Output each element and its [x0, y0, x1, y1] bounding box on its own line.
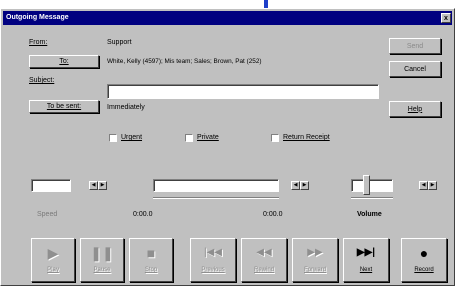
- to-be-sent-value: Immediately: [107, 104, 145, 111]
- from-label: From:: [29, 39, 48, 46]
- volume-down-arrow-icon[interactable]: ◀: [419, 181, 428, 190]
- to-be-sent-button-label: To be sent:: [46, 103, 82, 110]
- stop-icon: ■: [146, 245, 156, 261]
- urgent-checkbox[interactable]: [109, 134, 117, 142]
- play-icon: ▶: [47, 245, 59, 261]
- volume-label: Volume: [357, 211, 382, 218]
- position-back-arrow-icon[interactable]: ◀: [291, 181, 300, 190]
- cancel-button[interactable]: Cancel: [389, 61, 441, 77]
- stop-button[interactable]: ■ Stop: [129, 238, 173, 282]
- subject-field[interactable]: [107, 84, 379, 99]
- time-end: 0:00.0: [263, 211, 283, 218]
- close-icon[interactable]: x: [441, 13, 451, 23]
- volume-slider-thumb[interactable]: [363, 175, 371, 195]
- pause-button[interactable]: ❚❚ Pause: [80, 238, 124, 282]
- forward-button-label: Forward: [303, 267, 326, 273]
- cancel-button-label: Cancel: [404, 65, 426, 73]
- to-recipients: White, Kelly (4597); Mis team; Sales; Br…: [107, 58, 262, 65]
- speed-down-arrow-icon[interactable]: ◀: [89, 181, 98, 190]
- help-button[interactable]: Help: [389, 101, 441, 117]
- pause-icon: ❚❚: [90, 245, 114, 261]
- position-forward-arrow-icon[interactable]: ▶: [300, 181, 309, 190]
- rewind-icon: ◀◀: [256, 247, 272, 258]
- position-track[interactable]: [153, 179, 279, 192]
- forward-button[interactable]: ▶▶ Forward: [292, 238, 338, 282]
- return-receipt-checkbox[interactable]: [271, 134, 279, 142]
- private-label: Private: [197, 134, 219, 141]
- volume-scale: [351, 197, 393, 199]
- stop-button-label: Stop: [144, 267, 158, 273]
- record-button[interactable]: ● Record: [401, 238, 447, 282]
- volume-track[interactable]: [351, 179, 393, 192]
- record-button-label: Record: [414, 267, 434, 273]
- time-start: 0:00.0: [133, 211, 153, 218]
- subject-label: Subject:: [29, 77, 55, 84]
- outgoing-message-window: Outgoing Message x From: Support To: Whi…: [0, 8, 455, 286]
- window-title: Outgoing Message: [6, 14, 69, 21]
- to-button-label: To:: [59, 58, 69, 65]
- next-button[interactable]: ▶▶| Next: [343, 238, 389, 282]
- title-bar: Outgoing Message x: [3, 11, 452, 25]
- play-button-label: Play: [47, 267, 59, 273]
- volume-up-arrow-icon[interactable]: ▶: [428, 181, 437, 190]
- urgent-label: Urgent: [121, 134, 143, 141]
- help-button-label: Help: [407, 105, 423, 113]
- to-button[interactable]: To:: [29, 55, 99, 68]
- previous-button-label: Previous: [201, 267, 225, 273]
- record-icon: ●: [419, 245, 429, 261]
- forward-icon: ▶▶: [307, 247, 323, 258]
- from-value: Support: [107, 39, 132, 46]
- previous-icon: |◀◀: [204, 247, 222, 258]
- send-button[interactable]: Send: [389, 38, 441, 54]
- speed-field[interactable]: [31, 179, 71, 192]
- position-scale: [153, 197, 279, 199]
- next-icon: ▶▶|: [356, 247, 376, 258]
- to-be-sent-button[interactable]: To be sent:: [29, 100, 99, 113]
- return-receipt-label: Return Receipt: [283, 134, 330, 141]
- rewind-button[interactable]: ◀◀ Rewind: [241, 238, 287, 282]
- speed-label: Speed: [37, 211, 58, 218]
- pause-button-label: Pause: [93, 267, 111, 273]
- next-button-label: Next: [359, 267, 373, 273]
- play-button[interactable]: ▶ Play: [31, 238, 75, 282]
- private-checkbox[interactable]: [185, 134, 193, 142]
- previous-button[interactable]: |◀◀ Previous: [190, 238, 236, 282]
- speed-up-arrow-icon[interactable]: ▶: [98, 181, 107, 190]
- rewind-button-label: Rewind: [253, 267, 274, 273]
- send-button-label: Send: [406, 42, 424, 50]
